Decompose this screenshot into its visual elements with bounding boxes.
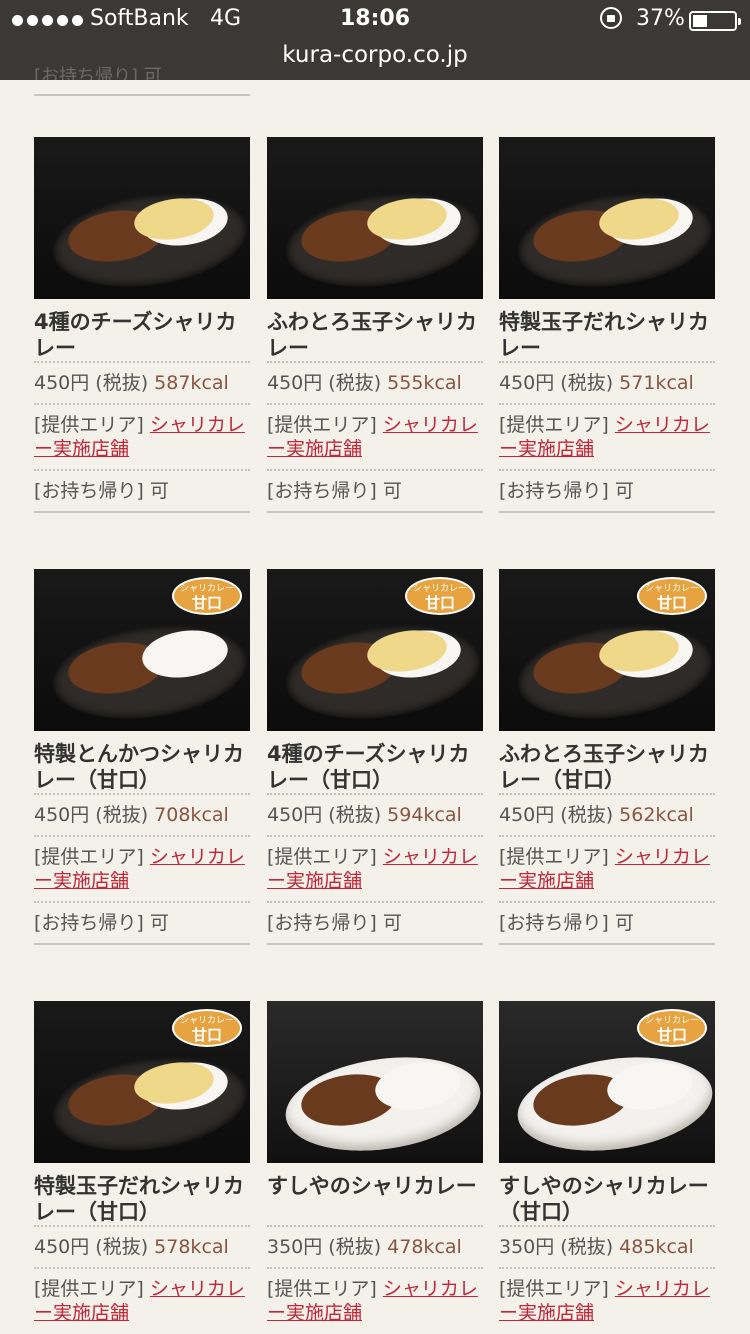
divider [34,94,250,96]
menu-item-price: 350円 (税抜) 478kcal [267,1236,462,1258]
menu-item-photo[interactable]: シャリカレー 甘口 [34,569,250,731]
menu-item-card[interactable]: すしやのシャリカレー 350円 (税抜) 478kcal [提供エリア] シャリカレ… [267,1001,483,1333]
menu-item-kcal: 594kcal [387,804,462,826]
menu-item-price: 350円 (税抜) 485kcal [499,1236,694,1258]
menu-item-card[interactable]: シャリカレー 甘口特製玉子だれシャリカレー（甘口） 450円 (税抜) 578kca… [34,1001,250,1333]
menu-item-price: 450円 (税抜) 555kcal [267,372,462,394]
menu-item-kcal: 478kcal [387,1236,462,1258]
amakuchi-badge: シャリカレー 甘口 [637,1009,707,1047]
menu-item-photo[interactable] [267,1001,483,1163]
menu-item-photo[interactable]: シャリカレー 甘口 [34,1001,250,1163]
amakuchi-badge: シャリカレー 甘口 [405,577,475,615]
amakuchi-badge: シャリカレー 甘口 [172,1009,242,1047]
amakuchi-badge: シャリカレー 甘口 [172,577,242,615]
menu-item-takeout: [お持ち帰り] 可 [34,912,169,934]
menu-item-price: 450円 (税抜) 587kcal [34,372,229,394]
amakuchi-badge: シャリカレー 甘口 [637,577,707,615]
menu-item-area: [提供エリア] シャリカレー実施店舗 [34,414,245,460]
menu-item-photo[interactable] [499,137,715,299]
menu-item-photo[interactable] [267,137,483,299]
menu-item-kcal: 485kcal [619,1236,694,1258]
menu-item-name: ふわとろ玉子シャリカレー（甘口） [499,742,709,792]
card-bottom-divider [267,511,483,513]
menu-item-photo[interactable]: シャリカレー 甘口 [499,569,715,731]
menu-item-name: 特製玉子だれシャリカレー（甘口） [34,1174,244,1224]
menu-item-area: [提供エリア] シャリカレー実施店舗 [34,846,245,892]
menu-item-name: ふわとろ玉子シャリカレー [267,310,477,360]
menu-item-price: 450円 (税抜) 594kcal [267,804,462,826]
card-bottom-divider [499,943,715,945]
menu-item-card[interactable]: シャリカレー 甘口 4種のチーズシャリカレー（甘口） 450円 (税抜) 594kca… [267,569,483,945]
menu-item-card[interactable]: 4種のチーズシャリカレー 450円 (税抜) 587kcal [提供エリア] シャリ… [34,137,250,513]
menu-item-card[interactable]: シャリカレー 甘口ふわとろ玉子シャリカレー（甘口） 450円 (税抜) 562kca… [499,569,715,945]
menu-item-card[interactable]: シャリカレー 甘口すしやのシャリカレー（甘口） 350円 (税抜) 485kcal [… [499,1001,715,1333]
menu-item-kcal: 555kcal [387,372,462,394]
menu-item-card[interactable]: ふわとろ玉子シャリカレー 450円 (税抜) 555kcal [提供エリア] シャリ… [267,137,483,513]
previous-item-takeout: [お持ち帰り] 可 [34,66,162,80]
menu-item-area: [提供エリア] シャリカレー実施店舗 [499,846,710,892]
menu-item-name: すしやのシャリカレー [267,1174,477,1198]
menu-item-takeout: [お持ち帰り] 可 [34,480,169,502]
menu-item-name: すしやのシャリカレー（甘口） [499,1174,709,1224]
battery-icon [689,11,741,31]
menu-item-kcal: 571kcal [619,372,694,394]
card-bottom-divider [34,943,250,945]
rotation-lock-icon [600,7,622,29]
menu-item-kcal: 708kcal [154,804,229,826]
menu-item-area: [提供エリア] シャリカレー実施店舗 [34,1278,245,1324]
menu-item-takeout: [お持ち帰り] 可 [267,480,402,502]
menu-item-photo[interactable]: シャリカレー 甘口 [499,1001,715,1163]
card-bottom-divider [34,511,250,513]
menu-item-takeout: [お持ち帰り] 可 [267,912,402,934]
card-bottom-divider [499,511,715,513]
menu-item-area: [提供エリア] シャリカレー実施店舗 [267,1278,478,1324]
menu-item-takeout: [お持ち帰り] 可 [499,480,634,502]
menu-item-card[interactable]: シャリカレー 甘口特製とんかつシャリカレー（甘口） 450円 (税抜) 708kca… [34,569,250,945]
menu-item-name: 特製とんかつシャリカレー（甘口） [34,742,244,792]
menu-item-takeout: [お持ち帰り] 可 [499,912,634,934]
menu-item-kcal: 578kcal [154,1236,229,1258]
menu-item-name: 4種のチーズシャリカレー [34,310,237,360]
menu-item-area: [提供エリア] シャリカレー実施店舗 [267,414,478,460]
menu-item-area: [提供エリア] シャリカレー実施店舗 [499,414,710,460]
menu-item-price: 450円 (税抜) 578kcal [34,1236,229,1258]
menu-item-kcal: 562kcal [619,804,694,826]
menu-item-area: [提供エリア] シャリカレー実施店舗 [267,846,478,892]
menu-item-name: 4種のチーズシャリカレー（甘口） [267,742,470,792]
battery-percent: 37% [636,6,685,31]
menu-item-kcal: 587kcal [154,372,229,394]
menu-item-name: 特製玉子だれシャリカレー [499,310,709,360]
menu-item-card[interactable]: 特製玉子だれシャリカレー 450円 (税抜) 571kcal [提供エリア] シャリ… [499,137,715,513]
menu-item-photo[interactable] [34,137,250,299]
menu-item-area: [提供エリア] シャリカレー実施店舗 [499,1278,710,1324]
card-bottom-divider [267,943,483,945]
menu-item-price: 450円 (税抜) 708kcal [34,804,229,826]
menu-item-photo[interactable]: シャリカレー 甘口 [267,569,483,731]
menu-item-price: 450円 (税抜) 562kcal [499,804,694,826]
menu-item-price: 450円 (税抜) 571kcal [499,372,694,394]
